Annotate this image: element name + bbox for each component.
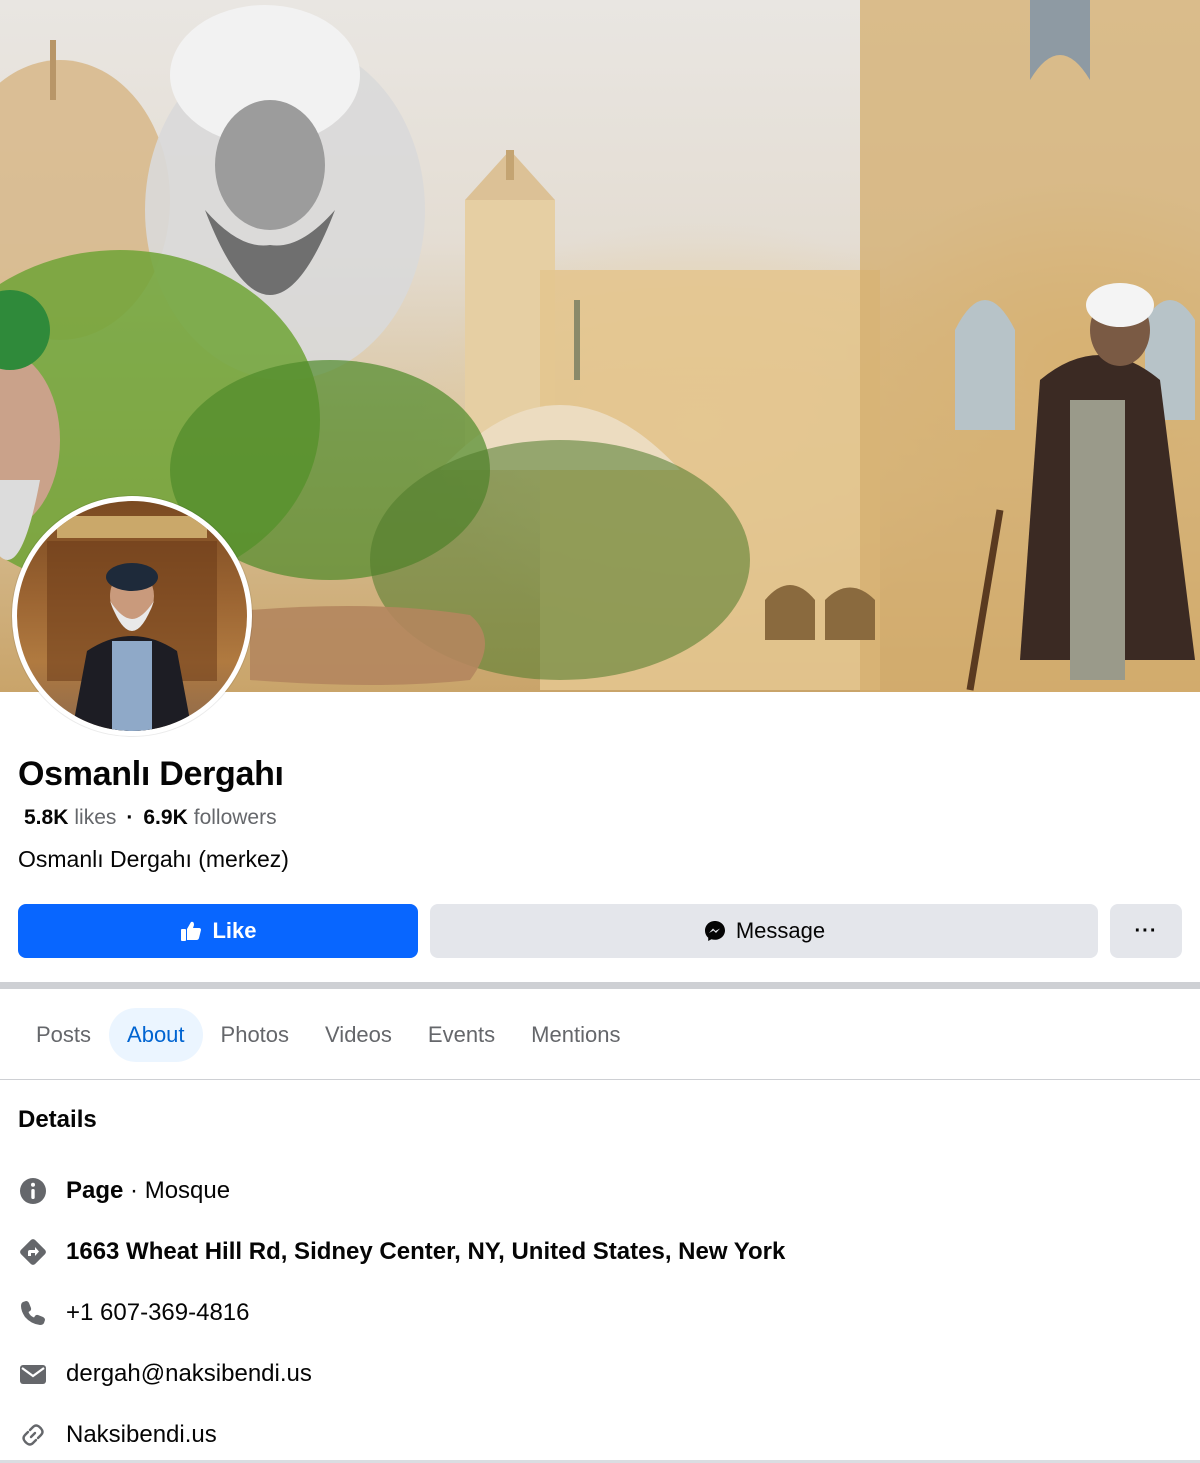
stats-separator: ·: [126, 806, 134, 829]
directions-icon: [18, 1237, 48, 1267]
tab-videos[interactable]: Videos: [307, 1008, 410, 1062]
profile-avatar[interactable]: [12, 496, 252, 736]
page-title: Osmanlı Dergahı: [18, 755, 284, 793]
messenger-icon: [703, 919, 727, 943]
page-tabs: Posts About Photos Videos Events Mention…: [18, 1008, 638, 1062]
like-button[interactable]: Like: [18, 904, 418, 958]
message-label: Message: [735, 918, 826, 943]
avatar-image: [17, 501, 247, 731]
envelope-icon: [18, 1359, 48, 1389]
message-button[interactable]: Message: [430, 904, 1098, 958]
details-heading: Details: [18, 1106, 97, 1133]
page-type-label: Page: [66, 1177, 124, 1204]
tab-posts[interactable]: Posts: [18, 1008, 109, 1062]
info-icon: [18, 1176, 48, 1206]
page-stats: 5.8K likes · 6.9K followers: [24, 806, 277, 830]
likes-label[interactable]: likes: [74, 806, 116, 830]
facebook-page: Osmanlı Dergahı 5.8K likes · 6.9K follow…: [0, 0, 1200, 1463]
detail-website[interactable]: Naksibendi.us: [18, 1417, 217, 1453]
website-link[interactable]: Naksibendi.us: [66, 1421, 217, 1449]
phone-text[interactable]: +1 607-369-4816: [66, 1299, 250, 1327]
followers-label[interactable]: followers: [194, 806, 277, 830]
detail-address[interactable]: 1663 Wheat Hill Rd, Sidney Center, NY, U…: [18, 1234, 785, 1270]
detail-phone[interactable]: +1 607-369-4816: [18, 1295, 250, 1331]
thumbs-up-icon: [179, 919, 203, 943]
like-label: Like: [212, 918, 257, 943]
tab-mentions[interactable]: Mentions: [513, 1008, 638, 1062]
detail-email[interactable]: dergah@naksibendi.us: [18, 1356, 312, 1392]
followers-count[interactable]: 6.9K: [143, 806, 187, 830]
page-type-value: · Mosque: [123, 1177, 231, 1204]
detail-page-type: Page · Mosque: [18, 1173, 230, 1209]
section-separator: [0, 982, 1200, 989]
tab-about[interactable]: About: [109, 1008, 203, 1062]
tabs-divider: [0, 1079, 1200, 1080]
more-options-button[interactable]: ···: [1110, 904, 1182, 958]
likes-count[interactable]: 5.8K: [24, 806, 68, 830]
address-text[interactable]: 1663 Wheat Hill Rd, Sidney Center, NY, U…: [66, 1238, 785, 1265]
email-text[interactable]: dergah@naksibendi.us: [66, 1360, 312, 1388]
page-category: Osmanlı Dergahı (merkez): [18, 846, 289, 872]
tab-photos[interactable]: Photos: [203, 1008, 308, 1062]
tab-events[interactable]: Events: [410, 1008, 513, 1062]
link-icon: [18, 1420, 48, 1450]
phone-icon: [18, 1298, 48, 1328]
more-dots-icon: ···: [1134, 919, 1158, 942]
